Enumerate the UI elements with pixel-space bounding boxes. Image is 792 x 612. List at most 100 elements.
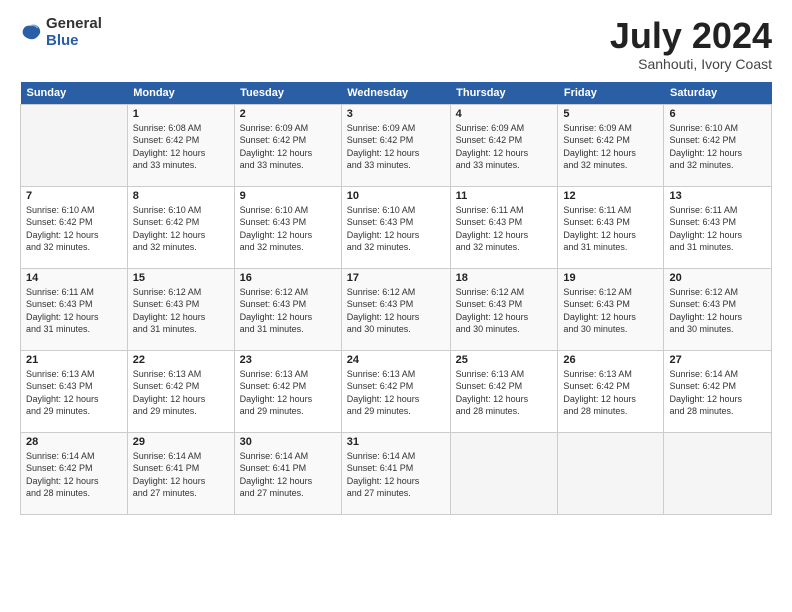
day-info: Sunrise: 6:09 AM Sunset: 6:42 PM Dayligh… [240,122,336,172]
day-info: Sunrise: 6:12 AM Sunset: 6:43 PM Dayligh… [456,286,553,336]
day-number: 8 [133,190,229,202]
day-number: 25 [456,354,553,366]
weekday-header-thursday: Thursday [450,82,558,105]
day-number: 19 [563,272,658,284]
day-info: Sunrise: 6:11 AM Sunset: 6:43 PM Dayligh… [456,204,553,254]
day-number: 13 [669,190,766,202]
day-info: Sunrise: 6:14 AM Sunset: 6:41 PM Dayligh… [347,450,445,500]
day-number: 4 [456,108,553,120]
calendar-cell: 3 Sunrise: 6:09 AM Sunset: 6:42 PM Daylig… [341,104,450,186]
day-number: 10 [347,190,445,202]
calendar-cell: 10 Sunrise: 6:10 AM Sunset: 6:43 PM Dayli… [341,186,450,268]
calendar-cell: 24Sunrise: 6:13 AM Sunset: 6:42 PM Dayli… [341,350,450,432]
day-number: 27 [669,354,766,366]
calendar-cell: 2 Sunrise: 6:09 AM Sunset: 6:42 PM Daylig… [234,104,341,186]
day-info: Sunrise: 6:12 AM Sunset: 6:43 PM Dayligh… [669,286,766,336]
title-block: July 2024 Sanhouti, Ivory Coast [610,16,772,72]
calendar-cell: 26 Sunrise: 6:13 AM Sunset: 6:42 PM Dayli… [558,350,664,432]
weekday-header-sunday: Sunday [21,82,128,105]
day-info: Sunrise: 6:09 AM Sunset: 6:42 PM Dayligh… [347,122,445,172]
calendar-cell: 22Sunrise: 6:13 AM Sunset: 6:42 PM Dayli… [127,350,234,432]
calendar-cell: 31 Sunrise: 6:14 AM Sunset: 6:41 PM Dayli… [341,432,450,514]
calendar-cell: 9 Sunrise: 6:10 AM Sunset: 6:43 PM Daylig… [234,186,341,268]
day-info: Sunrise: 6:09 AM Sunset: 6:42 PM Dayligh… [563,122,658,172]
calendar-cell: 18 Sunrise: 6:12 AM Sunset: 6:43 PM Dayli… [450,268,558,350]
day-info: Sunrise: 6:09 AM Sunset: 6:42 PM Dayligh… [456,122,553,172]
calendar-table: SundayMondayTuesdayWednesdayThursdayFrid… [20,82,772,515]
logo-text: General Blue [46,16,102,49]
calendar-cell: 25 Sunrise: 6:13 AM Sunset: 6:42 PM Dayli… [450,350,558,432]
day-info: Sunrise: 6:10 AM Sunset: 6:42 PM Dayligh… [133,204,229,254]
day-number: 18 [456,272,553,284]
calendar-cell: 13 Sunrise: 6:11 AM Sunset: 6:43 PM Dayli… [664,186,772,268]
day-number: 6 [669,108,766,120]
day-info: Sunrise: 6:10 AM Sunset: 6:43 PM Dayligh… [240,204,336,254]
day-number: 7 [26,190,122,202]
day-info: Sunrise: 6:11 AM Sunset: 6:43 PM Dayligh… [669,204,766,254]
week-row-3: 21 Sunrise: 6:13 AM Sunset: 6:43 PM Dayli… [21,350,772,432]
day-info: Sunrise: 6:13 AM Sunset: 6:42 PM Dayligh… [456,368,553,418]
calendar-cell: 4 Sunrise: 6:09 AM Sunset: 6:42 PM Daylig… [450,104,558,186]
page: General Blue July 2024 Sanhouti, Ivory C… [0,0,792,612]
day-info: Sunrise: 6:13 AM Sunset: 6:42 PM Dayligh… [240,368,336,418]
calendar-cell: 6 Sunrise: 6:10 AM Sunset: 6:42 PM Daylig… [664,104,772,186]
day-info: Sunrise: 6:12 AM Sunset: 6:43 PM Dayligh… [240,286,336,336]
calendar-cell: 19 Sunrise: 6:12 AM Sunset: 6:43 PM Dayli… [558,268,664,350]
day-info: Sunrise: 6:11 AM Sunset: 6:43 PM Dayligh… [26,286,122,336]
weekday-header-monday: Monday [127,82,234,105]
weekday-header-tuesday: Tuesday [234,82,341,105]
day-info: Sunrise: 6:14 AM Sunset: 6:41 PM Dayligh… [133,450,229,500]
calendar-cell: 29Sunrise: 6:14 AM Sunset: 6:41 PM Dayli… [127,432,234,514]
day-number: 14 [26,272,122,284]
weekday-header-wednesday: Wednesday [341,82,450,105]
calendar-cell: 28 Sunrise: 6:14 AM Sunset: 6:42 PM Dayli… [21,432,128,514]
day-info: Sunrise: 6:11 AM Sunset: 6:43 PM Dayligh… [563,204,658,254]
calendar-cell: 27 Sunrise: 6:14 AM Sunset: 6:42 PM Dayli… [664,350,772,432]
day-number: 17 [347,272,445,284]
day-number: 5 [563,108,658,120]
calendar-cell: 23 Sunrise: 6:13 AM Sunset: 6:42 PM Dayli… [234,350,341,432]
calendar-cell: 15 Sunrise: 6:12 AM Sunset: 6:43 PM Dayli… [127,268,234,350]
day-info: Sunrise: 6:10 AM Sunset: 6:42 PM Dayligh… [26,204,122,254]
calendar-cell [664,432,772,514]
day-info: Sunrise: 6:14 AM Sunset: 6:42 PM Dayligh… [669,368,766,418]
calendar-cell [558,432,664,514]
calendar-cell: 14 Sunrise: 6:11 AM Sunset: 6:43 PM Dayli… [21,268,128,350]
day-number: 2 [240,108,336,120]
day-number: 3 [347,108,445,120]
day-number: 1 [133,108,229,120]
day-info: Sunrise: 6:10 AM Sunset: 6:42 PM Dayligh… [669,122,766,172]
calendar-cell: 7 Sunrise: 6:10 AM Sunset: 6:42 PM Daylig… [21,186,128,268]
day-number: 28 [26,436,122,448]
week-row-1: 7 Sunrise: 6:10 AM Sunset: 6:42 PM Daylig… [21,186,772,268]
calendar-cell [21,104,128,186]
day-number: 22 [133,354,229,366]
day-number: 15 [133,272,229,284]
day-number: 20 [669,272,766,284]
calendar-cell: 5 Sunrise: 6:09 AM Sunset: 6:42 PM Daylig… [558,104,664,186]
weekday-header-saturday: Saturday [664,82,772,105]
week-row-0: 1Sunrise: 6:08 AM Sunset: 6:42 PM Daylig… [21,104,772,186]
day-number: 21 [26,354,122,366]
day-info: Sunrise: 6:14 AM Sunset: 6:41 PM Dayligh… [240,450,336,500]
calendar-cell: 1Sunrise: 6:08 AM Sunset: 6:42 PM Daylig… [127,104,234,186]
day-info: Sunrise: 6:12 AM Sunset: 6:43 PM Dayligh… [133,286,229,336]
day-number: 31 [347,436,445,448]
calendar-cell: 8 Sunrise: 6:10 AM Sunset: 6:42 PM Daylig… [127,186,234,268]
calendar-cell: 17Sunrise: 6:12 AM Sunset: 6:43 PM Dayli… [341,268,450,350]
weekday-header-row: SundayMondayTuesdayWednesdayThursdayFrid… [21,82,772,105]
logo: General Blue [20,16,102,49]
day-number: 16 [240,272,336,284]
calendar-cell: 20 Sunrise: 6:12 AM Sunset: 6:43 PM Dayli… [664,268,772,350]
day-info: Sunrise: 6:13 AM Sunset: 6:42 PM Dayligh… [563,368,658,418]
month-year: July 2024 [610,16,772,56]
day-info: Sunrise: 6:10 AM Sunset: 6:43 PM Dayligh… [347,204,445,254]
calendar-cell: 16 Sunrise: 6:12 AM Sunset: 6:43 PM Dayli… [234,268,341,350]
day-number: 23 [240,354,336,366]
day-info: Sunrise: 6:14 AM Sunset: 6:42 PM Dayligh… [26,450,122,500]
calendar-cell [450,432,558,514]
day-number: 9 [240,190,336,202]
day-info: Sunrise: 6:13 AM Sunset: 6:43 PM Dayligh… [26,368,122,418]
day-info: Sunrise: 6:12 AM Sunset: 6:43 PM Dayligh… [563,286,658,336]
day-number: 26 [563,354,658,366]
